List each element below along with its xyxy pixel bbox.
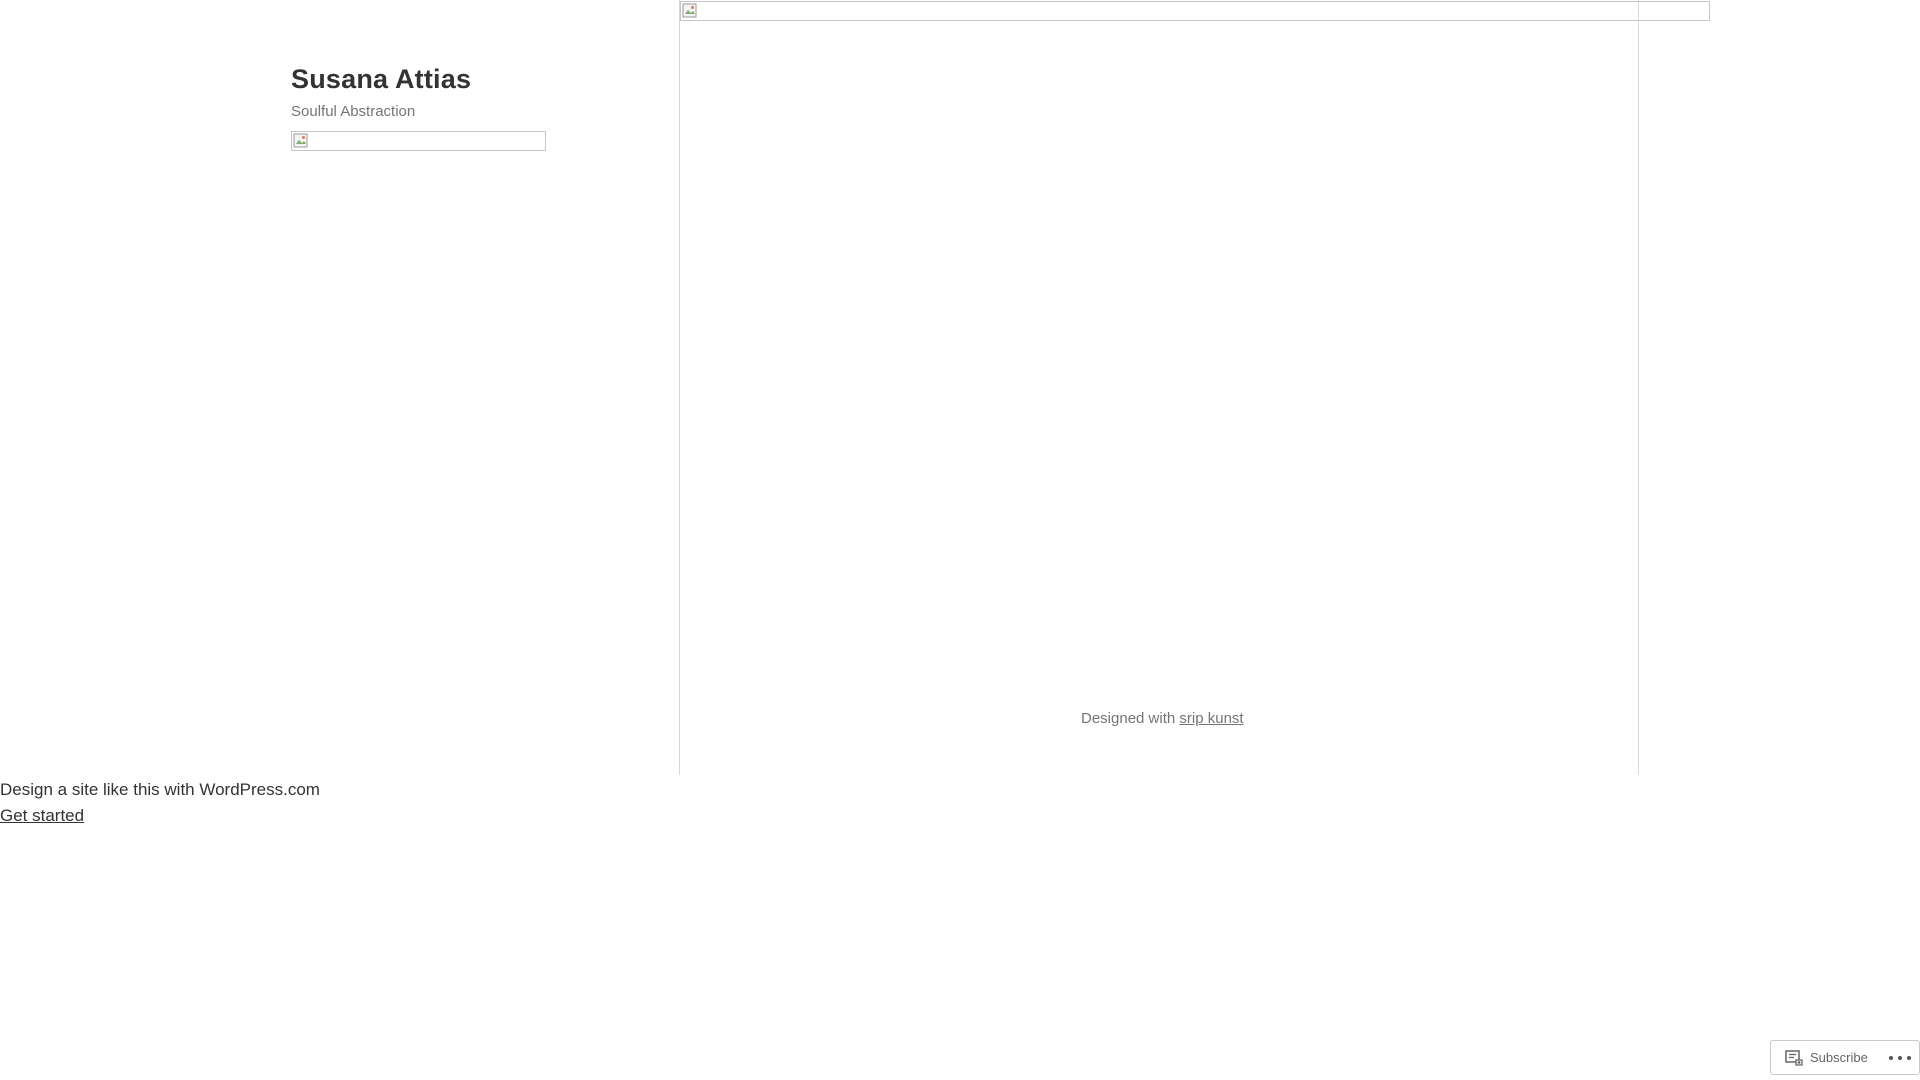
wpcom-banner-text: Design a site like this with WordPress.c… <box>0 780 320 799</box>
content-image <box>680 1 1710 21</box>
page: Susana Attias Soulful Abstraction Design… <box>0 0 1920 1080</box>
site-description: Soulful Abstraction <box>291 103 416 120</box>
broken-image-icon <box>682 3 697 18</box>
ellipsis-icon <box>1907 1056 1911 1060</box>
theme-credit-link[interactable]: srip kunst <box>1179 710 1243 727</box>
ellipsis-icon <box>1898 1056 1902 1060</box>
more-actions-button[interactable] <box>1889 1051 1911 1065</box>
sidebar-image <box>291 131 546 151</box>
get-started-link[interactable]: Get started <box>0 806 84 825</box>
ellipsis-icon <box>1889 1056 1893 1060</box>
subscribe-label: Subscribe <box>1810 1050 1868 1065</box>
footer-credit: Designed with srip kunst <box>1081 710 1244 727</box>
broken-image-icon <box>293 133 308 148</box>
credit-prefix: Designed with <box>1081 710 1176 727</box>
site-title[interactable]: Susana Attias <box>291 64 471 95</box>
wpcom-banner: Design a site like this with WordPress.c… <box>0 777 320 829</box>
content-column <box>679 0 1639 775</box>
reader-icon <box>1785 1049 1803 1066</box>
